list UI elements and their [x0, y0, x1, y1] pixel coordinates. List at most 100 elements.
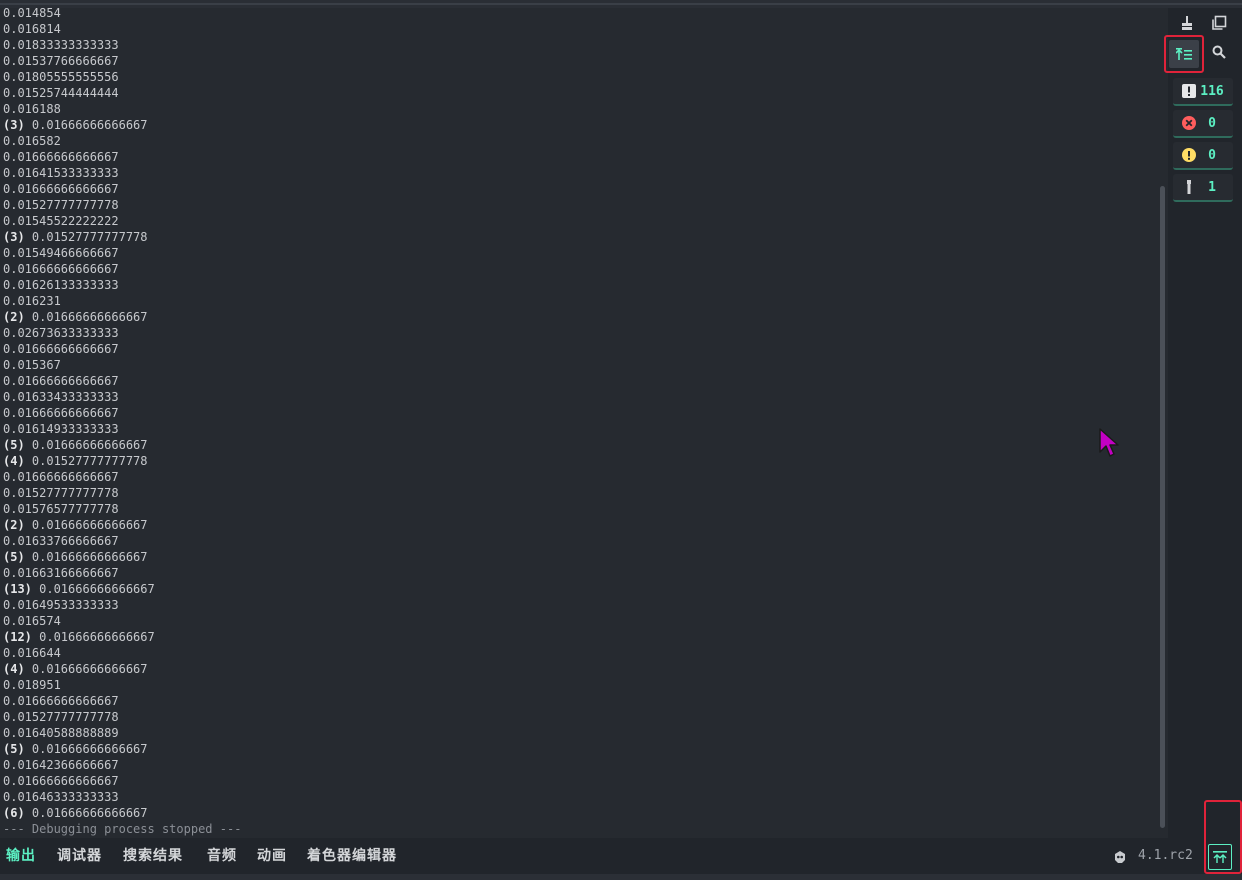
output-line: (13) 0.01666666666667 [3, 581, 241, 597]
output-line: (3) 0.01527777777778 [3, 229, 241, 245]
output-value: 0.01666666666667 [24, 118, 148, 132]
tab-debugger[interactable]: 调试器 [57, 838, 102, 874]
output-value: 0.01666666666667 [3, 694, 119, 708]
mouse-cursor-icon [1099, 428, 1119, 457]
filter-messages-button[interactable]: 116 [1173, 78, 1233, 106]
repeat-count: (5) [3, 550, 25, 564]
output-line: 0.01614933333333 [3, 421, 241, 437]
output-line: 0.01549466666667 [3, 245, 241, 261]
output-value: 0.01666666666667 [3, 262, 119, 276]
tab-search-results[interactable]: 搜索结果 [123, 838, 183, 874]
editor-count: 1 [1208, 179, 1216, 195]
output-value: 0.01666666666667 [3, 774, 119, 788]
expand-panel-button[interactable] [1208, 844, 1232, 870]
output-line: 0.016582 [3, 133, 241, 149]
output-value: 0.01666666666667 [3, 342, 119, 356]
output-value: 0.016644 [3, 646, 61, 660]
expand-panel-icon [1213, 851, 1227, 863]
search-icon [1212, 45, 1226, 59]
output-line: 0.016231 [3, 293, 241, 309]
output-line: 0.01666666666667 [3, 261, 241, 277]
output-value: 0.02673633333333 [3, 326, 119, 340]
output-value: 0.01527777777778 [3, 710, 119, 724]
output-line: (3) 0.01666666666667 [3, 117, 241, 133]
output-value: 0.01525744444444 [3, 86, 119, 100]
output-line: 0.01626133333333 [3, 277, 241, 293]
output-value: 0.01805555555556 [3, 70, 119, 84]
output-log[interactable]: 0.014854 0.016814 0.01833333333333 0.015377… [0, 8, 1168, 838]
filter-warnings-button[interactable]: 0 [1173, 142, 1233, 170]
output-line: (4) 0.01527777777778 [3, 453, 241, 469]
repeat-count: (2) [3, 310, 25, 324]
output-line: 0.01663166666667 [3, 565, 241, 581]
output-line: 0.014854 [3, 8, 241, 21]
output-line: (6) 0.01666666666667 [3, 805, 241, 821]
output-value: 0.01666666666667 [3, 374, 119, 388]
copy-output-button[interactable] [1204, 8, 1234, 38]
top-strip [0, 0, 1242, 8]
output-value: 0.01663166666667 [3, 566, 119, 580]
output-line: 0.01640588888889 [3, 725, 241, 741]
output-value: 0.01614933333333 [3, 422, 119, 436]
output-line: 0.016814 [3, 21, 241, 37]
output-value: 0.01646333333333 [3, 790, 119, 804]
output-value: 0.01545522222222 [3, 214, 119, 228]
output-line: 0.01666666666667 [3, 341, 241, 357]
repeat-count: (4) [3, 662, 25, 676]
output-line: (2) 0.01666666666667 [3, 517, 241, 533]
output-value: 0.01640588888889 [3, 726, 119, 740]
output-value: 0.01666666666667 [24, 550, 148, 564]
output-value: 0.01537766666667 [3, 54, 119, 68]
collapse-duplicates-icon [1176, 48, 1192, 60]
output-scrollbar-thumb[interactable] [1160, 186, 1165, 828]
collapse-duplicates-button[interactable] [1164, 35, 1204, 73]
tab-animation[interactable]: 动画 [257, 838, 287, 874]
output-line: 0.01666666666667 [3, 149, 241, 165]
output-line: 0.01633766666667 [3, 533, 241, 549]
clear-output-button[interactable] [1172, 8, 1202, 38]
warning-icon [1181, 147, 1197, 163]
output-value: 0.01833333333333 [3, 38, 119, 52]
repeat-count: (2) [3, 518, 25, 532]
output-toolbar: 116 0 0 1 [1164, 8, 1242, 838]
output-line: 0.01527777777778 [3, 197, 241, 213]
output-line: 0.01666666666667 [3, 181, 241, 197]
filter-editor-button[interactable]: 1 [1173, 174, 1233, 202]
output-line: 0.01641533333333 [3, 165, 241, 181]
output-line: 0.01649533333333 [3, 597, 241, 613]
messages-count: 116 [1200, 83, 1224, 99]
repeat-count: (12) [3, 630, 32, 644]
output-line: 0.015367 [3, 357, 241, 373]
output-line: 0.01833333333333 [3, 37, 241, 53]
output-value: 0.018951 [3, 678, 61, 692]
output-value: 0.01666666666667 [24, 662, 148, 676]
output-value: 0.01666666666667 [31, 582, 155, 596]
bottom-edge [0, 874, 1242, 880]
output-value: 0.01527777777778 [24, 230, 148, 244]
copy-icon [1212, 15, 1227, 30]
filter-errors-button[interactable]: 0 [1173, 110, 1233, 138]
output-line: 0.01525744444444 [3, 85, 241, 101]
tab-output[interactable]: 输出 [6, 838, 36, 874]
output-value: 0.016582 [3, 134, 61, 148]
tab-audio[interactable]: 音频 [207, 838, 237, 874]
output-line: (5) 0.01666666666667 [3, 437, 241, 453]
output-line: 0.01545522222222 [3, 213, 241, 229]
tab-shader-editor[interactable]: 着色器编辑器 [307, 838, 397, 874]
output-value: 0.01527777777778 [3, 486, 119, 500]
output-value: 0.01633766666667 [3, 534, 119, 548]
output-value: 0.01626133333333 [3, 278, 119, 292]
search-output-button[interactable] [1204, 37, 1234, 67]
output-value: 0.01666666666667 [3, 150, 119, 164]
output-line: 0.016644 [3, 645, 241, 661]
output-line: (4) 0.01666666666667 [3, 661, 241, 677]
editor-icon [1181, 179, 1197, 195]
repeat-count: (3) [3, 230, 25, 244]
output-value: 0.014854 [3, 8, 61, 20]
godot-icon [1115, 851, 1125, 863]
output-line: 0.01805555555556 [3, 69, 241, 85]
output-line: 0.01666666666667 [3, 773, 241, 789]
output-value: 0.016574 [3, 614, 61, 628]
output-lines: 0.014854 0.016814 0.01833333333333 0.015377… [3, 8, 241, 837]
repeat-count: (4) [3, 454, 25, 468]
